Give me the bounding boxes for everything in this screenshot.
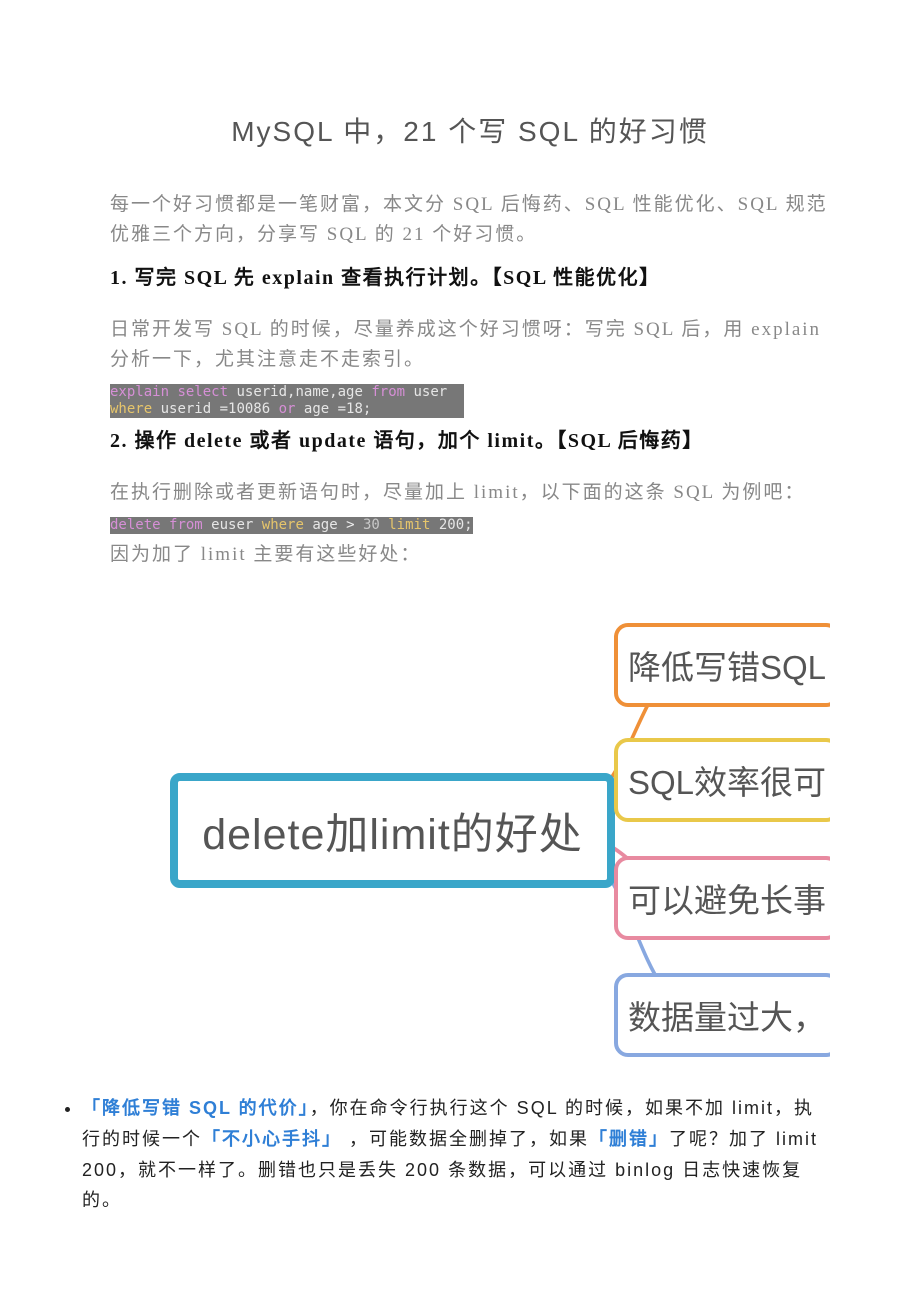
page-title: MySQL 中，21 个写 SQL 的好习惯 [110,110,830,150]
intro-paragraph: 每一个好习惯都是一笔财富，本文分 SQL 后悔药、SQL 性能优化、SQL 规范… [110,190,830,251]
diagram-leaf-2: SQL效率很可 [614,738,830,822]
diagram-leaf-1: 降低写错SQL [614,623,830,707]
bullet-1-highlight-3: 「删错」 [589,1129,669,1149]
section-2-body: 在执行删除或者更新语句时，尽量加上 limit，以下面的这条 SQL 为例吧： [110,478,830,508]
code-block-1: explain select userid,name,age from user… [110,384,464,418]
diagram-leaf-4: 数据量过大， [614,973,830,1057]
bullet-1-highlight-2: 「不小心手抖」 [202,1129,342,1149]
bullet-item-1: 「降低写错 SQL 的代价」，你在命令行执行这个 SQL 的时候，如果不加 li… [82,1093,830,1215]
section-2-after-code: 因为加了 limit 主要有这些好处： [110,540,830,570]
section-1-heading: 1. 写完 SQL 先 explain 查看执行计划。【SQL 性能优化】 [110,259,830,297]
bullet-1-highlight-1: 「降低写错 SQL 的代价」 [82,1098,310,1118]
diagram-leaf-3: 可以避免长事 [614,856,830,940]
diagram-center: delete加limit的好处 [170,773,615,888]
diagram: delete加limit的好处 降低写错SQL SQL效率很可 可以避免长事 数… [110,578,830,1083]
section-2-heading: 2. 操作 delete 或者 update 语句，加个 limit。【SQL … [110,422,830,460]
section-1-body: 日常开发写 SQL 的时候，尽量养成这个好习惯呀：写完 SQL 后，用 expl… [110,315,830,376]
code-block-2: delete from euser where age > 30 limit 2… [110,517,473,534]
diagram-center-label: delete加limit的好处 [202,800,583,862]
bullet-list: 「降低写错 SQL 的代价」，你在命令行执行这个 SQL 的时候，如果不加 li… [110,1093,830,1215]
bullet-1-text-2: ，可能数据全删掉了，如果 [342,1129,589,1149]
